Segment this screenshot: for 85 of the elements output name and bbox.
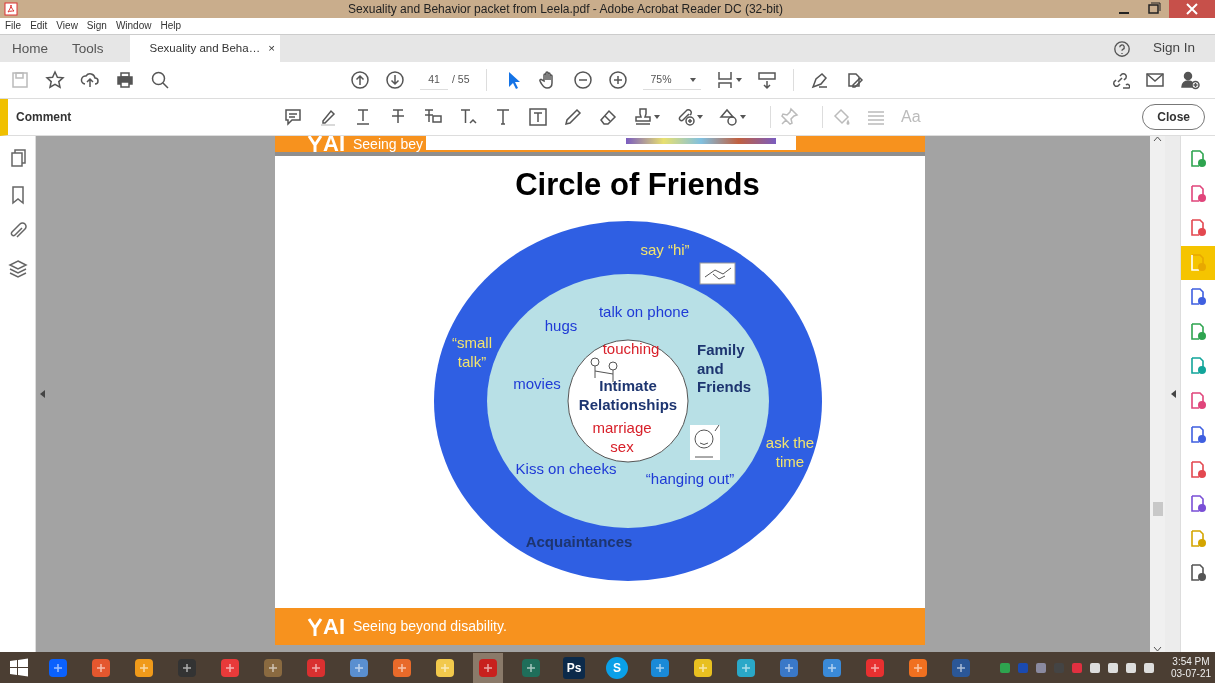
stamp-icon[interactable] [633,107,653,127]
caret-icon[interactable] [653,113,661,121]
collapse-left-icon[interactable] [39,390,45,398]
scroll-down-icon[interactable] [1153,646,1162,652]
add-user-icon[interactable] [1180,70,1200,90]
highlighter-icon[interactable] [318,107,338,127]
collapse-right-icon[interactable] [1169,390,1176,398]
tagline: Seeing beyond disability. [353,617,507,636]
handshake-drawing [699,262,736,285]
paperclip-add-icon[interactable] [676,107,696,127]
diagram-label: “hanging out” [645,470,735,487]
clock-time[interactable]: 3:54 PM [1170,655,1211,668]
menu-item[interactable]: Edit [30,18,48,34]
printer-icon[interactable] [115,70,135,90]
diagram-label: “small talk” [452,334,492,370]
star-icon[interactable] [45,70,65,90]
layers-icon[interactable] [7,259,28,279]
pencil-icon[interactable] [563,107,583,127]
scroll-mode-icon[interactable] [756,70,777,90]
diagram-label: marriage sex [592,419,652,455]
shapes-icon[interactable] [719,107,739,127]
sign-in-link[interactable]: Sign In [1152,35,1195,62]
caret-icon[interactable] [734,76,743,84]
scrollbar[interactable] [1150,136,1165,652]
panel-title: Comment [15,109,73,126]
diagram-label: Kiss on cheeks [515,460,617,477]
start-icon[interactable] [9,657,29,678]
arrow-down-circle-icon[interactable] [385,70,405,90]
diagram-label: talk on phone [598,303,690,320]
menu-item[interactable]: Help [160,18,182,34]
speech-bubble-icon[interactable] [283,107,303,127]
diagram-label: ask the time [765,434,815,470]
diagram-label: movies [513,375,561,392]
tray-icon[interactable] [998,660,1011,675]
eraser-icon[interactable] [598,107,618,127]
page-number-field[interactable]: 41 [420,69,448,91]
tray-icon[interactable] [1124,660,1137,675]
help-icon[interactable] [1112,39,1131,58]
logo-figure-icon [307,616,323,637]
tray-icon[interactable] [1106,660,1119,675]
page-title: Circle of Friends [514,166,761,204]
search-icon[interactable] [150,70,170,90]
tool-button[interactable] [719,107,747,127]
caret-icon[interactable] [696,113,704,121]
clock-date[interactable]: 03-07-21 [1170,667,1211,680]
zoom-out-icon[interactable] [572,70,593,90]
tagline: Seeing bey [353,136,424,152]
tray-icon[interactable] [1034,660,1047,675]
cloud-upload-icon[interactable] [80,70,100,90]
pen-nib-icon[interactable] [809,70,830,90]
link-cloud-icon[interactable] [1110,70,1130,90]
caret-icon[interactable] [739,113,747,121]
scroll-up-icon[interactable] [1153,136,1162,142]
tab[interactable]: Home [0,35,60,62]
envelope-icon[interactable] [1145,70,1165,90]
close-icon[interactable] [1169,0,1215,18]
diagram-label: Acquaintances [525,533,633,550]
tab[interactable]: Tools [60,35,116,62]
face-drawing [690,424,720,460]
diagram-label: Family and Friends [697,341,752,395]
arrow-up-circle-icon[interactable] [350,70,370,90]
tool-button[interactable] [676,107,704,127]
window-title: Sexuality and Behavior packet from Leela.pdf - Adobe Acrobat Reader DC (32-bit) [347,1,784,18]
text-box-icon[interactable] [528,107,548,127]
zoom-dropdown[interactable]: 75% [642,69,701,91]
tab-close-button[interactable]: × [268,35,275,62]
tab[interactable]: Sexuality and Beha… [149,35,261,62]
diagram-label: Intimate Relationships [578,377,678,413]
menu-item[interactable]: Sign [86,18,107,34]
zoom-in-icon[interactable] [607,70,628,90]
logo-text: AI [323,615,345,638]
page-count: / 55 [452,72,470,88]
menu-item[interactable]: Window [115,18,152,34]
logo-text: AI [323,136,345,152]
menu-item[interactable]: File [5,18,22,34]
diagram-label: say “hi” [640,241,690,258]
tool-button[interactable] [633,107,661,127]
diagram-label: hugs [544,317,578,334]
menu-item[interactable]: View [56,18,78,34]
tray-icon[interactable] [1088,660,1101,675]
diagram-label: touching [602,340,660,357]
tray-icon[interactable] [1142,660,1155,675]
pdf-app-icon [4,2,18,16]
caret-icon[interactable] [688,75,697,84]
scroll-thumb[interactable] [1152,502,1163,516]
